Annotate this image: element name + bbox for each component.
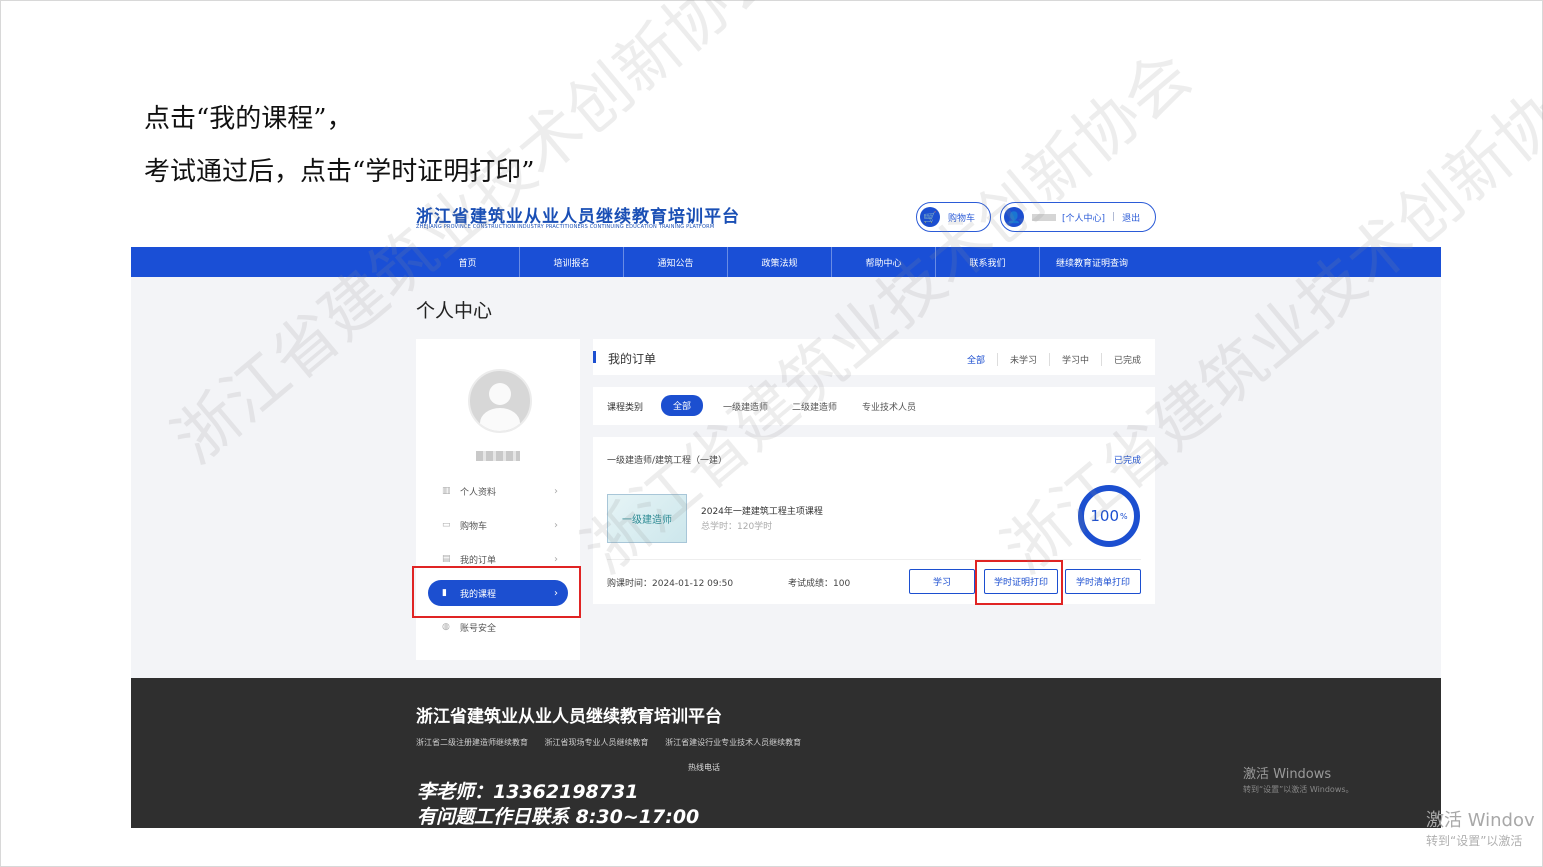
category-first-class[interactable]: 一级建造师 bbox=[723, 400, 768, 413]
highlight-my-courses bbox=[412, 566, 581, 618]
exam-score: 考试成绩：100 bbox=[788, 579, 851, 589]
tab-completed[interactable]: 已完成 bbox=[1102, 353, 1141, 366]
top-bar: 浙江省建筑业从业人员继续教育培训平台 ZHEJIANG PROVINCE CON… bbox=[131, 196, 1441, 247]
footer-title: 浙江省建筑业从业人员继续教育培训平台 bbox=[416, 707, 722, 727]
logout-link[interactable]: 退出 bbox=[1122, 211, 1140, 224]
chevron-right-icon: › bbox=[554, 519, 558, 531]
divider: | bbox=[1112, 212, 1116, 222]
cart-icon: 🛒 bbox=[920, 207, 940, 227]
nav-policies[interactable]: 政策法规 bbox=[728, 247, 832, 277]
course-hours: 总学时：120学时 bbox=[701, 522, 773, 532]
sidebar-item-cart[interactable]: ▭ 购物车 › bbox=[428, 512, 568, 538]
progress-ring: 100% bbox=[1078, 485, 1140, 547]
category-label: 课程类别 bbox=[607, 403, 644, 413]
order-status-tabs: 全部 未学习 学习中 已完成 bbox=[955, 353, 1141, 366]
page-title: 个人中心 bbox=[416, 300, 493, 322]
cart-label: 购物车 bbox=[948, 213, 976, 224]
contact-hours: 有问题工作日联系 8:30~17:00 bbox=[417, 806, 700, 828]
footer-link-site-staff[interactable]: 浙江省现场专业人员继续教育 bbox=[545, 738, 649, 747]
sidebar-item-label: 个人资料 bbox=[460, 487, 497, 498]
highlight-print-certificate bbox=[975, 560, 1063, 605]
footer-link-technical-staff[interactable]: 浙江省建设行业专业技术人员继续教育 bbox=[665, 738, 801, 747]
order-icon: ▤ bbox=[442, 554, 451, 564]
course-name[interactable]: 2024年一建建筑工程主项课程 bbox=[701, 504, 823, 517]
course-category-filter: 课程类别 全部 一级建造师 二级建造师 专业技术人员 bbox=[593, 387, 1155, 425]
footer: 浙江省建筑业从业人员继续教育培训平台 浙江省二级注册建造师继续教育 浙江省现场专… bbox=[131, 678, 1441, 828]
sidebar-item-label: 我的订单 bbox=[460, 555, 497, 566]
course-status: 已完成 bbox=[1113, 456, 1141, 466]
sidebar-item-profile[interactable]: ▥ 个人资料 › bbox=[428, 478, 568, 504]
windows-activation-title: 激活 Windows bbox=[1243, 767, 1332, 782]
cart-button[interactable]: 🛒 购物车 bbox=[916, 202, 991, 232]
user-menu: 👤 [个人中心] | 退出 bbox=[1000, 202, 1156, 232]
footer-links: 浙江省二级注册建造师继续教育 浙江省现场专业人员继续教育 浙江省建设行业专业技术… bbox=[416, 737, 815, 748]
profile-icon: ▥ bbox=[442, 486, 451, 496]
chevron-right-icon: › bbox=[554, 485, 558, 497]
nav-contact[interactable]: 联系我们 bbox=[936, 247, 1040, 277]
shield-icon: ◍ bbox=[442, 622, 450, 632]
tab-not-started[interactable]: 未学习 bbox=[998, 353, 1050, 366]
user-icon: 👤 bbox=[1004, 207, 1024, 227]
category-second-class[interactable]: 二级建造师 bbox=[792, 400, 837, 413]
progress-unit: % bbox=[1120, 511, 1128, 521]
course-category-title: 一级建造师/建筑工程（一建） bbox=[607, 456, 728, 466]
tab-all[interactable]: 全部 bbox=[955, 353, 998, 366]
study-button[interactable]: 学习 bbox=[909, 569, 975, 594]
orders-header: 我的订单 全部 未学习 学习中 已完成 bbox=[593, 339, 1155, 375]
course-card: 一级建造师/建筑工程（一建） 已完成 一级建造师 2024年一建建筑工程主项课程… bbox=[593, 437, 1155, 604]
nav-help[interactable]: 帮助中心 bbox=[832, 247, 936, 277]
windows-activation-subtitle: 转到“设置”以激活 Windows。 bbox=[1243, 785, 1354, 794]
hotline-label: 热线电话 bbox=[688, 763, 720, 772]
orders-title: 我的订单 bbox=[608, 352, 657, 366]
nav-training-signup[interactable]: 培训报名 bbox=[520, 247, 624, 277]
site-logo-subtitle: ZHEJIANG PROVINCE CONSTRUCTION INDUSTRY … bbox=[416, 224, 715, 230]
chevron-right-icon: › bbox=[554, 553, 558, 565]
sidebar-item-label: 账号安全 bbox=[460, 623, 497, 634]
progress-value: 100 bbox=[1090, 507, 1120, 525]
cart-icon: ▭ bbox=[442, 520, 451, 530]
username-blurred bbox=[476, 451, 520, 461]
windows-activation-title: 激活 Windov bbox=[1426, 810, 1535, 831]
user-center-link[interactable]: [个人中心] bbox=[1062, 211, 1105, 224]
print-hours-list-button[interactable]: 学时清单打印 bbox=[1065, 569, 1141, 594]
tab-in-progress[interactable]: 学习中 bbox=[1050, 353, 1102, 366]
instruction-line-2: 考试通过后，点击“学时证明打印” bbox=[144, 157, 535, 187]
course-thumbnail-text: 一级建造师 bbox=[622, 515, 672, 526]
category-professional[interactable]: 专业技术人员 bbox=[862, 400, 916, 413]
footer-link-second-class[interactable]: 浙江省二级注册建造师继续教育 bbox=[416, 738, 528, 747]
windows-activation-notice-outer: 激活 Windov 转到“设置”以激活 bbox=[1426, 806, 1535, 849]
windows-activation-notice: 激活 Windows 转到“设置”以激活 Windows。 bbox=[1243, 763, 1354, 795]
sidebar-item-label: 购物车 bbox=[460, 521, 488, 532]
nav-notices[interactable]: 通知公告 bbox=[624, 247, 728, 277]
nav-home[interactable]: 首页 bbox=[416, 247, 520, 277]
windows-activation-subtitle: 转到“设置”以激活 bbox=[1426, 834, 1523, 848]
username-blurred bbox=[1032, 213, 1056, 221]
course-thumbnail[interactable]: 一级建造师 bbox=[607, 494, 687, 543]
category-all[interactable]: 全部 bbox=[661, 395, 704, 416]
contact-phone: 李老师：13362198731 bbox=[417, 781, 639, 803]
avatar bbox=[468, 369, 532, 433]
instruction-line-1: 点击“我的课程”， bbox=[144, 104, 353, 134]
nav-certificate-query[interactable]: 继续教育证明查询 bbox=[1040, 247, 1144, 277]
website-screenshot: 浙江省建筑业从业人员继续教育培训平台 ZHEJIANG PROVINCE CON… bbox=[131, 196, 1441, 828]
purchase-time: 购课时间：2024-01-12 09:50 bbox=[607, 579, 734, 589]
main-nav: 首页 培训报名 通知公告 政策法规 帮助中心 联系我们 继续教育证明查询 bbox=[131, 247, 1441, 277]
title-accent-bar bbox=[593, 351, 596, 363]
